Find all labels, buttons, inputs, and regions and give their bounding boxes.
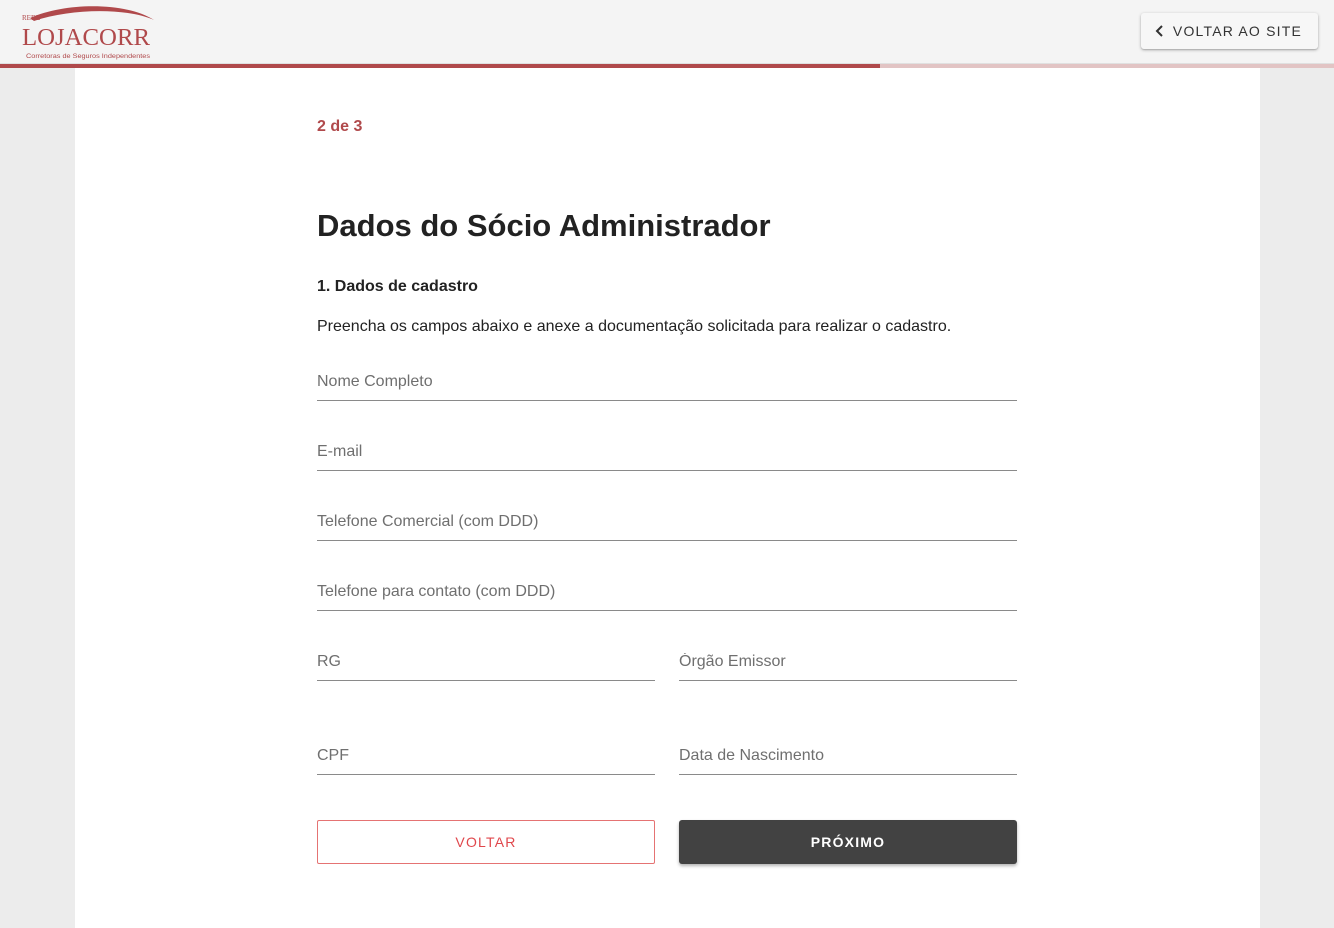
email-field bbox=[317, 435, 1017, 471]
business-phone-input[interactable] bbox=[317, 505, 1017, 539]
back-to-site-button[interactable]: VOLTAR AO SITE bbox=[1140, 13, 1318, 49]
birth-date-field bbox=[679, 739, 1017, 775]
logo-tagline-text: Corretoras de Seguros Independentes bbox=[26, 53, 151, 60]
logo-rede-text: REDE bbox=[22, 14, 40, 22]
page-title: Dados do Sócio Administrador bbox=[317, 208, 771, 243]
chevron-left-icon bbox=[1155, 25, 1165, 37]
contact-phone-field bbox=[317, 575, 1017, 611]
contact-phone-input[interactable] bbox=[317, 575, 1017, 609]
step-indicator: 2 de 3 bbox=[317, 118, 363, 135]
full-name-field bbox=[317, 365, 1017, 401]
lojacorr-logo[interactable]: REDE LOJACORR Corretoras de Seguros Inde… bbox=[16, 4, 161, 60]
logo-brand-text: LOJACORR bbox=[22, 25, 150, 51]
back-button[interactable]: VOLTAR bbox=[317, 820, 655, 864]
form-card: 2 de 3 Dados do Sócio Administrador 1. D… bbox=[75, 68, 1260, 928]
email-input[interactable] bbox=[317, 435, 1017, 469]
logo-swoosh bbox=[30, 6, 154, 21]
back-to-site-label: VOLTAR AO SITE bbox=[1172, 23, 1302, 39]
form-description: Preencha os campos abaixo e anexe a docu… bbox=[317, 318, 952, 335]
cpf-field bbox=[317, 739, 655, 775]
birth-date-input[interactable] bbox=[679, 739, 1017, 773]
issuer-field bbox=[679, 645, 1017, 681]
top-bar: REDE LOJACORR Corretoras de Seguros Inde… bbox=[0, 0, 1334, 64]
business-phone-field bbox=[317, 505, 1017, 541]
rg-input[interactable] bbox=[317, 645, 655, 679]
next-button[interactable]: PRÓXIMO bbox=[679, 820, 1017, 864]
cpf-input[interactable] bbox=[317, 739, 655, 773]
issuer-input[interactable] bbox=[679, 645, 1017, 679]
section-title: 1. Dados de cadastro bbox=[317, 278, 478, 295]
full-name-input[interactable] bbox=[317, 365, 1017, 399]
rg-field bbox=[317, 645, 655, 681]
